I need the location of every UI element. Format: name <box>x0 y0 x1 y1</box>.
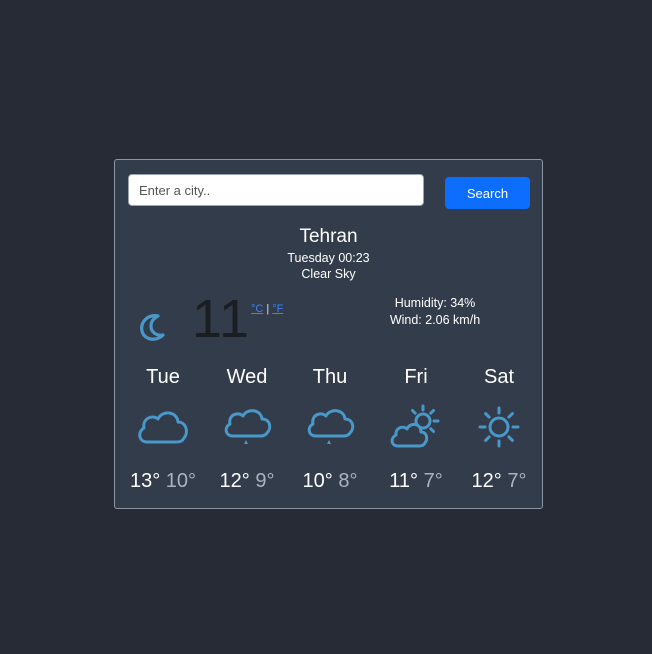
forecast-day-name: Thu <box>312 366 348 388</box>
forecast-day: Thu 10° 8° <box>290 366 370 493</box>
forecast-day-name: Wed <box>226 366 268 388</box>
forecast-day-name: Sat <box>483 366 515 388</box>
wind-value: Wind: 2.06 km/h <box>389 313 481 327</box>
cloud-rain-icon <box>224 409 272 444</box>
forecast-min: 8° <box>338 470 358 492</box>
cloud-rain-icon <box>307 409 355 444</box>
forecast-max: 10° <box>302 470 333 492</box>
forecast-max: 13° <box>129 470 161 492</box>
forecast-day: Sat 12° 7° <box>459 366 539 493</box>
forecast-min: 7° <box>423 470 443 492</box>
moon-icon <box>140 314 165 341</box>
unit-separator: | <box>266 303 270 315</box>
forecast-max: 12° <box>471 470 502 492</box>
forecast-temps: 12° 9° <box>207 470 287 493</box>
celsius-link[interactable]: °C <box>251 303 263 315</box>
forecast-temps: 11° 7° <box>376 470 456 493</box>
search-input[interactable] <box>128 174 424 206</box>
forecast-day: Wed 12° 9° <box>207 366 287 493</box>
city-name: Tehran <box>299 226 358 247</box>
search-button[interactable]: Search <box>445 177 530 209</box>
forecast-min: 10° <box>165 470 197 492</box>
forecast-day-name: Fri <box>404 366 428 388</box>
forecast-day: Fri 11° 7° <box>376 366 456 493</box>
fahrenheit-link[interactable]: °F <box>272 303 283 315</box>
forecast-temps: 10° 8° <box>290 470 370 493</box>
forecast-day-name: Tue <box>146 366 180 388</box>
sun-icon <box>478 406 520 448</box>
forecast-min: 9° <box>255 470 275 492</box>
forecast-max: 11° <box>389 470 419 492</box>
current-temperature: 11 <box>192 289 251 349</box>
forecast-list: Tue 13° 10° Wed 12° 9° Thu 10° 8° Fri 11… <box>115 366 542 496</box>
humidity-value: Humidity: 34% <box>394 296 476 310</box>
unit-toggle: °C | °F <box>251 303 283 315</box>
current-datetime: Tuesday 00:23 <box>287 251 370 265</box>
app-background: Search Tehran Tuesday 00:23 Clear Sky 11… <box>0 0 652 654</box>
forecast-max: 12° <box>219 470 250 492</box>
weather-card: Search Tehran Tuesday 00:23 Clear Sky 11… <box>114 159 543 509</box>
cloud-icon <box>138 411 188 444</box>
forecast-temps: 12° 7° <box>459 470 539 493</box>
weather-description: Clear Sky <box>301 267 356 281</box>
forecast-temps: 13° 10° <box>123 470 203 493</box>
partly-cloudy-icon <box>390 404 440 448</box>
forecast-day: Tue 13° 10° <box>123 366 203 493</box>
forecast-min: 7° <box>507 470 527 492</box>
